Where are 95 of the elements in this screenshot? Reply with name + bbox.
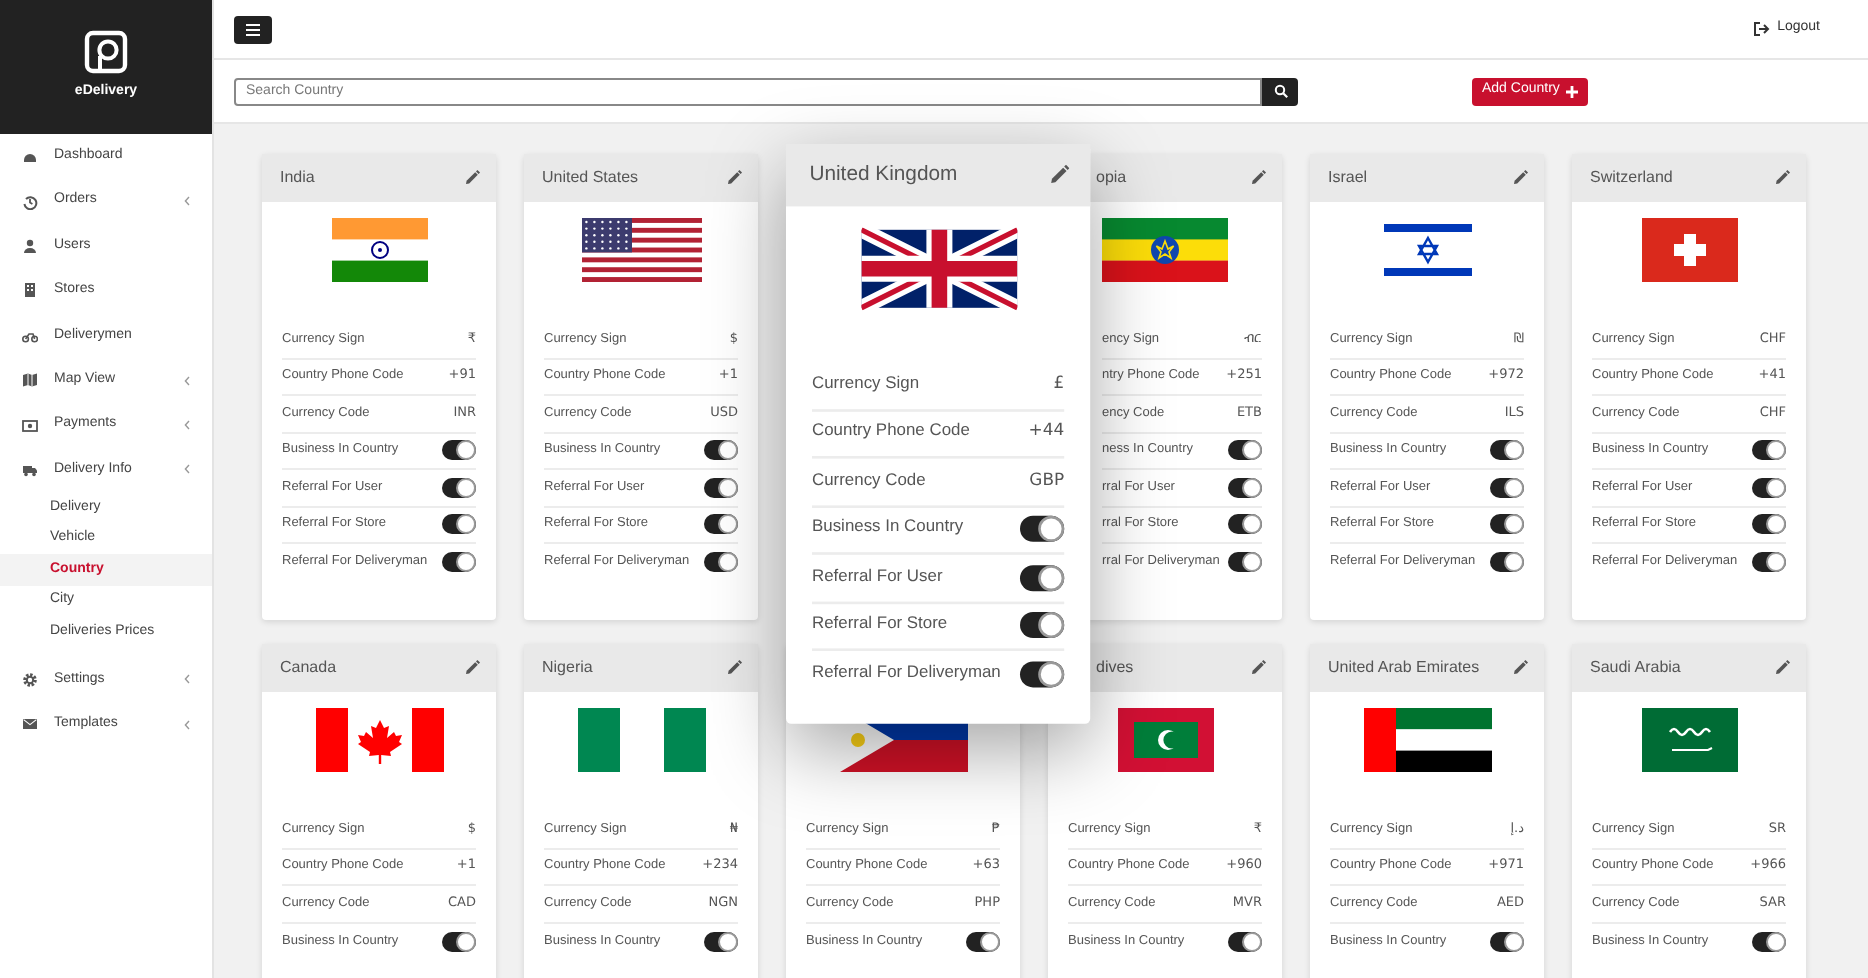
field-label: Referral For Store xyxy=(812,613,948,638)
history-icon xyxy=(22,193,38,210)
country-name: Canada xyxy=(280,656,337,680)
edit-icon[interactable] xyxy=(1512,170,1528,186)
toggle-switch[interactable] xyxy=(442,440,476,461)
flag-drawing xyxy=(1102,218,1228,282)
toggle-switch[interactable] xyxy=(1228,931,1262,952)
toggle-switch[interactable] xyxy=(1228,552,1262,573)
toggle-switch[interactable] xyxy=(1490,477,1524,498)
toggle-switch[interactable] xyxy=(1228,514,1262,535)
edit-icon[interactable] xyxy=(1250,660,1266,676)
toggle-switch[interactable] xyxy=(1752,552,1786,573)
building-icon xyxy=(22,282,38,299)
dashboard-icon xyxy=(22,148,38,165)
country-name: India xyxy=(280,166,315,190)
field-value: £ xyxy=(1053,372,1065,398)
toggle-switch[interactable] xyxy=(1752,931,1786,952)
field-value: +44 xyxy=(1028,420,1065,446)
toggle-switch[interactable] xyxy=(1490,440,1524,461)
user-icon xyxy=(22,237,38,254)
chevron-icon xyxy=(184,464,190,475)
edit-icon[interactable] xyxy=(464,170,480,186)
toggle-switch[interactable] xyxy=(704,552,738,573)
motorcycle-icon xyxy=(22,327,38,344)
flag-drawing xyxy=(1641,708,1737,772)
flag-drawing xyxy=(581,218,701,282)
settings-icon xyxy=(22,671,38,688)
field-value: GBP xyxy=(1029,468,1065,494)
search-icon xyxy=(1273,84,1287,98)
flag-drawing xyxy=(1117,708,1213,772)
map-icon xyxy=(22,372,38,389)
toggle-switch[interactable] xyxy=(1490,552,1524,573)
toggle-switch[interactable] xyxy=(1020,516,1065,543)
chevron-icon xyxy=(184,420,190,431)
toggle-switch[interactable] xyxy=(1752,440,1786,461)
truck-icon xyxy=(22,461,38,478)
toggle-switch[interactable] xyxy=(1490,514,1524,535)
country-name: United Arab Emirates xyxy=(1328,656,1480,680)
edit-icon[interactable] xyxy=(1512,660,1528,676)
edit-icon[interactable] xyxy=(726,170,742,186)
toggle-switch[interactable] xyxy=(1228,477,1262,498)
toggle-switch[interactable] xyxy=(1490,931,1524,952)
edit-icon[interactable] xyxy=(1774,660,1790,676)
edit-icon[interactable] xyxy=(1048,164,1070,186)
toggle-switch[interactable] xyxy=(704,440,738,461)
toggle-switch[interactable] xyxy=(442,552,476,573)
chevron-icon xyxy=(184,375,190,386)
toggle-switch[interactable] xyxy=(1228,440,1262,461)
search-button[interactable] xyxy=(1262,77,1298,105)
country-name: opia xyxy=(1096,166,1127,190)
toggle-switch[interactable] xyxy=(442,931,476,952)
field-label: Country Phone Code xyxy=(812,420,970,446)
flag-drawing xyxy=(1363,708,1491,772)
country-name: Nigeria xyxy=(542,656,593,680)
chevron-icon xyxy=(184,719,190,730)
field-label: Currency Sign xyxy=(812,373,920,398)
toggle-switch[interactable] xyxy=(442,477,476,498)
menu-button[interactable] xyxy=(234,15,272,43)
menu-icon xyxy=(246,23,260,35)
field-label: Currency Code xyxy=(812,469,926,494)
flag-drawing xyxy=(577,708,705,772)
toggle-switch[interactable] xyxy=(1752,514,1786,535)
envelope-icon xyxy=(22,716,38,733)
chevron-icon xyxy=(184,674,190,685)
toggle-switch[interactable] xyxy=(1020,564,1065,591)
toggle-switch[interactable] xyxy=(1752,477,1786,498)
edit-icon[interactable] xyxy=(726,660,742,676)
edit-icon[interactable] xyxy=(1774,170,1790,186)
toggle-switch[interactable] xyxy=(704,931,738,952)
logo-icon xyxy=(84,30,128,75)
plus-icon xyxy=(1565,85,1578,97)
toggle-switch[interactable] xyxy=(1020,662,1065,689)
money-icon xyxy=(22,417,38,434)
flag-drawing xyxy=(315,708,443,772)
toggle-switch[interactable] xyxy=(704,477,738,498)
logout-icon xyxy=(1753,22,1770,36)
toggle-switch[interactable] xyxy=(966,931,1000,952)
edit-icon[interactable] xyxy=(1250,170,1266,186)
edit-icon[interactable] xyxy=(464,660,480,676)
toggle-switch[interactable] xyxy=(442,514,476,535)
chevron-icon xyxy=(184,196,190,207)
country-name: Saudi Arabia xyxy=(1590,656,1681,680)
flag-drawing xyxy=(1641,218,1737,282)
country-name: Israel xyxy=(1328,166,1368,190)
flag-drawing xyxy=(331,218,427,282)
country-name: United Kingdom xyxy=(809,160,958,190)
flag-drawing xyxy=(1383,218,1471,282)
country-name: United States xyxy=(542,166,639,190)
toggle-switch[interactable] xyxy=(1020,612,1065,639)
toggle-switch[interactable] xyxy=(704,514,738,535)
field-label: Business In Country xyxy=(812,516,964,542)
field-label: Referral For Deliveryman xyxy=(812,662,1001,688)
country-name: dives xyxy=(1096,656,1134,680)
country-name: Switzerland xyxy=(1590,166,1673,190)
field-label: Referral For User xyxy=(812,565,943,590)
